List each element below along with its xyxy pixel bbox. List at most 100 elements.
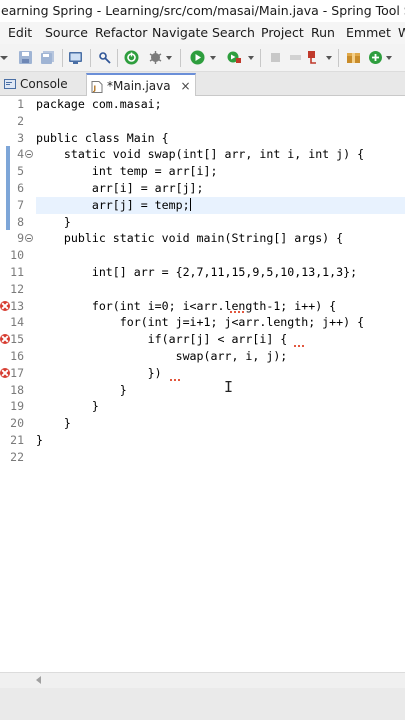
line-number: 14 bbox=[10, 315, 24, 330]
stop-icon[interactable] bbox=[268, 50, 283, 65]
code-text[interactable]: for(int i=0; i<arr.length-1; i++) { bbox=[36, 298, 336, 315]
code-line: 18 } bbox=[0, 382, 405, 399]
line-number: 16 bbox=[10, 349, 24, 363]
line-number: 1 bbox=[17, 97, 24, 111]
line-number: 22 bbox=[10, 449, 24, 464]
close-icon[interactable]: × bbox=[180, 79, 190, 93]
menu-bar: Edit Source Refactor Navigate Search Pro… bbox=[0, 22, 405, 44]
editor-tab-bar: Console J *Main.java × bbox=[0, 72, 405, 96]
open-console-icon[interactable] bbox=[68, 50, 83, 65]
code-line: 4 static void swap(int[] arr, int i, int… bbox=[0, 146, 405, 163]
line-number: 4 bbox=[17, 147, 24, 162]
line-number: 19 bbox=[10, 399, 24, 414]
new-java-element-icon[interactable] bbox=[368, 50, 383, 65]
line-number: 20 bbox=[10, 416, 24, 431]
tab-main-label: *Main.java bbox=[107, 79, 171, 93]
code-text[interactable]: } bbox=[36, 382, 127, 399]
code-line: 15 if(arr[j] < arr[i] { bbox=[0, 331, 405, 348]
menu-run[interactable]: Run bbox=[311, 25, 335, 40]
menu-source[interactable]: Source bbox=[45, 25, 88, 40]
code-line: 12 bbox=[0, 281, 405, 298]
toolbar-separator bbox=[338, 49, 339, 67]
fold-collapse-icon[interactable] bbox=[25, 234, 33, 243]
line-number: 2 bbox=[17, 113, 24, 128]
code-text-with-caret[interactable]: arr[j] = temp; bbox=[36, 197, 191, 214]
code-line-current: 7 arr[j] = temp; bbox=[0, 197, 405, 214]
debug-config-icon[interactable] bbox=[148, 50, 163, 65]
console-icon bbox=[4, 79, 16, 89]
run-dropdown-arrow[interactable] bbox=[210, 56, 216, 60]
save-all-icon[interactable] bbox=[40, 50, 55, 65]
line-number: 10 bbox=[10, 248, 24, 263]
mouse-ibeam-cursor: I bbox=[224, 378, 234, 396]
dropdown-icon[interactable] bbox=[0, 50, 11, 65]
code-line: 1 package com.masai; bbox=[0, 96, 405, 113]
new-dropdown-arrow[interactable] bbox=[386, 56, 392, 60]
save-icon[interactable] bbox=[18, 50, 33, 65]
menu-edit[interactable]: Edit bbox=[8, 25, 32, 40]
code-text[interactable]: } bbox=[36, 398, 99, 415]
line-number: 8 bbox=[17, 214, 24, 229]
code-line: 16 swap(arr, i, j); bbox=[0, 348, 405, 365]
menu-search[interactable]: Search bbox=[212, 25, 255, 40]
toolbar-separator bbox=[260, 49, 261, 67]
line-number: 3 bbox=[17, 130, 24, 145]
code-text[interactable]: swap(arr, i, j); bbox=[36, 348, 288, 365]
code-text[interactable]: } bbox=[36, 415, 71, 432]
toolbar-separator bbox=[117, 49, 118, 67]
menu-emmet[interactable]: Emmet bbox=[346, 25, 391, 40]
menu-project[interactable]: Project bbox=[261, 25, 304, 40]
window-title: earning Spring - Learning/src/com/masai/… bbox=[1, 3, 405, 18]
debug-dropdown-arrow[interactable] bbox=[166, 56, 172, 60]
horizontal-scrollbar[interactable] bbox=[0, 672, 405, 688]
code-line: 8 } bbox=[0, 214, 405, 231]
open-type-dropdown-arrow[interactable] bbox=[326, 56, 332, 60]
code-editor[interactable]: 1 package com.masai; 2 3 public class Main… bbox=[0, 96, 405, 672]
code-line: 19 } bbox=[0, 398, 405, 415]
code-line: 2 bbox=[0, 113, 405, 130]
code-text[interactable]: int[] arr = {2,7,11,15,9,5,10,13,1,3}; bbox=[36, 264, 357, 281]
scroll-left-arrow-icon[interactable] bbox=[36, 676, 41, 684]
spring-boot-icon[interactable] bbox=[124, 50, 139, 65]
code-text[interactable]: public class Main { bbox=[36, 130, 169, 147]
code-text: arr[j] = temp; bbox=[36, 197, 190, 212]
line-number: 21 bbox=[10, 433, 24, 447]
line-number: 9 bbox=[17, 231, 24, 246]
error-squiggle bbox=[170, 378, 180, 381]
new-package-icon[interactable] bbox=[346, 50, 361, 65]
line-number: 11 bbox=[10, 265, 24, 279]
menu-window[interactable]: W bbox=[398, 25, 405, 40]
line-number: 7 bbox=[17, 197, 24, 212]
code-text[interactable]: for(int j=i+1; j<arr.length; j++) { bbox=[36, 314, 364, 331]
menu-refactor[interactable]: Refactor bbox=[95, 25, 147, 40]
main-toolbar bbox=[0, 44, 405, 72]
external-tools-icon[interactable] bbox=[227, 50, 242, 65]
toggle-breakpoint-icon[interactable] bbox=[97, 50, 112, 65]
code-text[interactable]: }) bbox=[36, 365, 162, 382]
code-line: 14 for(int j=i+1; j<arr.length; j++) { bbox=[0, 314, 405, 331]
code-text[interactable]: if(arr[j] < arr[i] { bbox=[36, 331, 288, 348]
line-number: 18 bbox=[10, 382, 24, 397]
code-text[interactable]: int temp = arr[i]; bbox=[36, 163, 218, 180]
line-number: 5 bbox=[17, 164, 24, 179]
text-caret bbox=[189, 197, 191, 211]
code-line: 10 bbox=[0, 247, 405, 264]
code-text[interactable]: } bbox=[36, 432, 43, 449]
open-type-icon[interactable] bbox=[306, 50, 321, 65]
code-text[interactable]: package com.masai; bbox=[36, 96, 162, 113]
line-number: 13 bbox=[10, 298, 24, 313]
disconnect-icon[interactable] bbox=[288, 50, 303, 65]
tab-main-java[interactable]: J *Main.java × bbox=[86, 73, 196, 96]
external-tools-dropdown-arrow[interactable] bbox=[248, 56, 254, 60]
code-line: 22 bbox=[0, 449, 405, 466]
code-text[interactable]: static void swap(int[] arr, int i, int j… bbox=[36, 146, 364, 163]
toolbar-separator bbox=[180, 49, 181, 67]
fold-collapse-icon[interactable] bbox=[25, 150, 33, 159]
code-text[interactable]: arr[i] = arr[j]; bbox=[36, 180, 204, 197]
code-text[interactable]: public static void main(String[] args) { bbox=[36, 230, 343, 247]
menu-navigate[interactable]: Navigate bbox=[152, 25, 208, 40]
code-text[interactable]: } bbox=[36, 214, 71, 231]
tab-console[interactable]: Console bbox=[0, 73, 86, 96]
window-title-bar: earning Spring - Learning/src/com/masai/… bbox=[0, 0, 405, 22]
run-icon[interactable] bbox=[190, 50, 205, 65]
